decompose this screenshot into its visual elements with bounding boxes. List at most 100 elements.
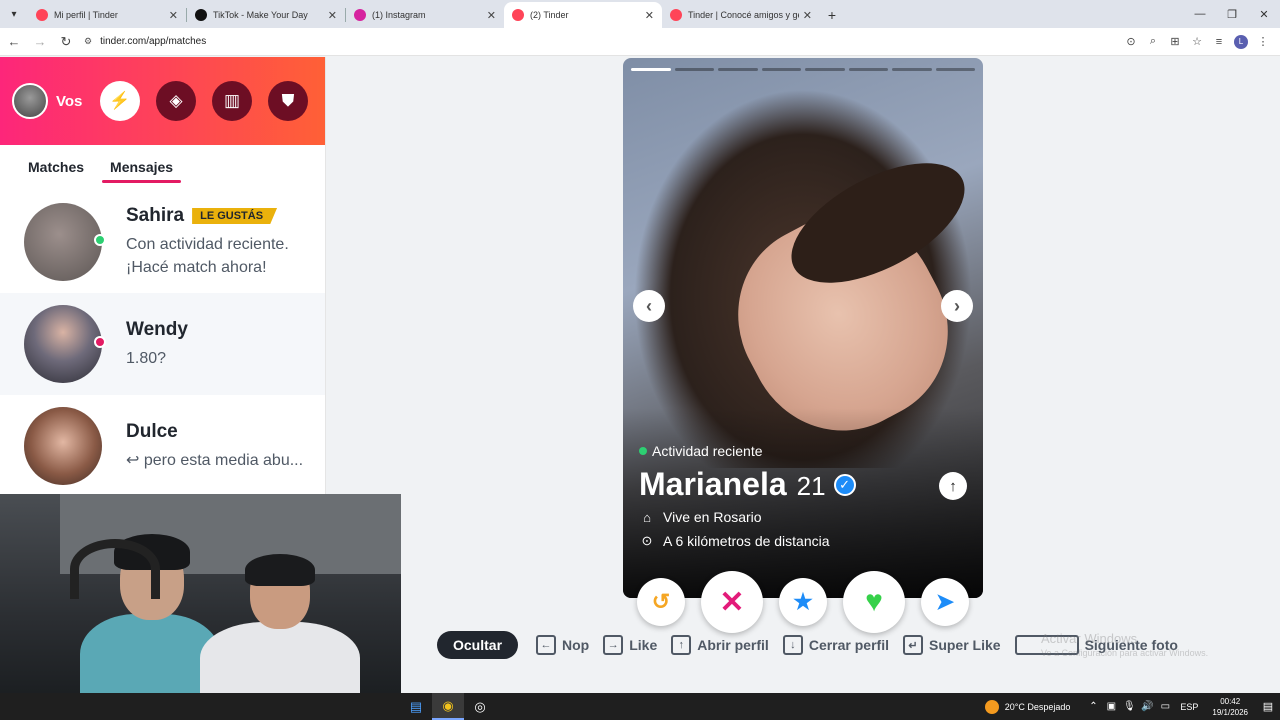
shield-icon[interactable]: ⛊ <box>268 81 308 121</box>
url-field[interactable]: ⚙ tinder.com/app/matches <box>84 36 1120 47</box>
close-window-icon[interactable]: ✕ <box>1248 0 1280 28</box>
photo-progress-segment[interactable] <box>848 68 888 71</box>
browser-tab[interactable]: Mi perfil | Tinder ✕ <box>28 2 186 28</box>
sidebar: Vos ⚡ ◈ ▥ ⛊ Matches Mensajes Sahira LE GU… <box>0 57 326 494</box>
photo-progress-segment[interactable] <box>805 68 845 71</box>
zoom-icon[interactable]: ⌕ <box>1142 35 1164 48</box>
briefcase-icon[interactable]: ▥ <box>212 81 252 121</box>
shortcut-item: ← Nop <box>536 635 589 655</box>
shortcut-label: Nop <box>562 637 590 653</box>
shortcut-label: Cerrar perfil <box>808 637 889 653</box>
shortcut-label: Abrir perfil <box>697 637 769 653</box>
photo-progress-bar <box>631 68 975 72</box>
prev-photo-icon[interactable]: ‹ <box>633 290 665 322</box>
message-item-wendy[interactable]: Wendy 1.80? <box>0 293 325 395</box>
profile-name-row: Marianela 21 ✓ <box>639 466 856 503</box>
url-text: tinder.com/app/matches <box>100 36 207 47</box>
weather-widget[interactable]: 20°C Despejado <box>984 699 1070 714</box>
avatar <box>24 203 106 281</box>
tab-close-icon[interactable]: ✕ <box>169 9 178 22</box>
photo-progress-segment[interactable] <box>718 68 758 71</box>
my-avatar[interactable] <box>12 83 48 119</box>
rewind-button[interactable]: ↺ <box>637 578 685 626</box>
clock-time: 00:42 <box>1220 696 1241 706</box>
menu-dots-icon[interactable]: ⋮ <box>1252 35 1274 48</box>
rewind-icon: ↺ <box>651 589 671 614</box>
boost-button[interactable]: ➤ <box>921 578 969 626</box>
tab-close-icon[interactable]: ✕ <box>487 9 496 22</box>
new-tab-button[interactable]: + <box>820 2 844 28</box>
likes-you-badge: LE GUSTÁS <box>192 208 278 224</box>
forward-icon[interactable]: → <box>28 30 52 54</box>
activity-dot <box>639 447 647 455</box>
photo-progress-segment[interactable] <box>935 68 975 71</box>
photo-progress-segment[interactable] <box>761 68 801 71</box>
tab-favicon-icon <box>354 9 366 21</box>
minimize-icon[interactable]: — <box>1184 0 1216 28</box>
browser-tab[interactable]: (1) Instagram ✕ <box>346 2 504 28</box>
install-icon[interactable]: ⊞ <box>1164 35 1186 48</box>
tab-close-icon[interactable]: ✕ <box>328 9 337 22</box>
file-explorer-icon[interactable]: ▤ <box>400 693 432 720</box>
shortcut-key-icon: → <box>603 635 624 655</box>
microphone-icon[interactable]: 🎙 <box>1120 701 1138 712</box>
browser-tab[interactable]: (2) Tinder ✕ <box>504 2 662 28</box>
tab-favicon-icon <box>670 9 682 21</box>
photo-progress-segment[interactable] <box>892 68 932 71</box>
next-photo-icon[interactable]: › <box>941 290 973 322</box>
my-profile-label[interactable]: Vos <box>56 93 100 110</box>
media-icon[interactable]: ≡ <box>1208 36 1230 48</box>
headset <box>70 539 160 599</box>
distance-text: A 6 kilómetros de distancia <box>663 533 830 549</box>
tab-mensajes[interactable]: Mensajes <box>102 159 182 183</box>
shortcut-item: ↵ Super Like <box>902 635 1001 655</box>
location-pin-icon: ⊙ <box>641 533 653 548</box>
tab-close-icon[interactable]: ✕ <box>803 9 812 22</box>
network-icon[interactable]: ▭ <box>1156 701 1174 712</box>
profile-card[interactable]: ‹ › Actividad reciente Marianela 21 ✓ ↑ … <box>623 58 983 598</box>
windows-activation-watermark: Activar Windows Ve a Configuración para … <box>1041 631 1208 658</box>
shortcut-label: Super Like <box>928 637 1001 653</box>
browser-tab[interactable]: TikTok - Make Your Day ✕ <box>187 2 345 28</box>
tab-matches[interactable]: Matches <box>28 159 84 177</box>
super-like-button[interactable]: ★ <box>779 578 827 626</box>
shortcut-label: Like <box>629 637 658 653</box>
tab-close-icon[interactable]: ✕ <box>645 9 654 22</box>
photo-progress-segment[interactable] <box>674 68 714 71</box>
message-preview: 1.80? <box>126 349 167 367</box>
message-item-dulce[interactable]: Dulce ↩ pero esta media abu... <box>0 395 325 497</box>
nope-button[interactable]: ✕ <box>701 571 763 633</box>
photo-progress-segment[interactable] <box>631 68 671 71</box>
chrome-icon[interactable]: ◉ <box>432 693 464 720</box>
location-icon[interactable]: ⊙ <box>1120 35 1142 48</box>
browser-tab[interactable]: Tinder | Conocé amigos y gente ✕ <box>662 2 820 28</box>
profile-avatar[interactable]: L <box>1234 34 1248 49</box>
streamer-right <box>200 554 360 693</box>
tray-app-icon[interactable]: ▣ <box>1102 701 1120 712</box>
restore-icon[interactable]: ❐ <box>1216 0 1248 28</box>
bookmark-star-icon[interactable]: ☆ <box>1186 35 1208 48</box>
clock[interactable]: 00:42 19/1/2026 <box>1212 696 1248 718</box>
boost-icon[interactable]: ⚡ <box>100 81 140 121</box>
tray-chevron-icon[interactable]: ⌃ <box>1084 701 1102 712</box>
activity-status: Actividad reciente <box>639 443 763 459</box>
language-indicator[interactable]: ESP <box>1180 702 1198 712</box>
site-info-icon[interactable]: ⚙ <box>84 36 92 47</box>
like-button[interactable]: ♥ <box>843 571 905 633</box>
watermark-subtitle: Ve a Configuración para activar Windows. <box>1041 648 1209 658</box>
super-like-icon: ★ <box>793 589 813 614</box>
verified-badge-icon: ✓ <box>833 473 856 496</box>
tab-title: (2) Tinder <box>530 10 569 20</box>
explore-icon[interactable]: ◈ <box>156 81 196 121</box>
tab-search-icon[interactable]: ▾ <box>0 0 28 28</box>
open-profile-icon[interactable]: ↑ <box>939 472 967 500</box>
reload-icon[interactable]: ↻ <box>54 30 78 54</box>
back-icon[interactable]: ← <box>2 30 26 54</box>
obs-icon[interactable]: ◎ <box>464 693 496 720</box>
message-item-sahira[interactable]: Sahira LE GUSTÁS Con actividad reciente. … <box>0 191 325 293</box>
message-preview: Con actividad reciente. <box>126 236 289 253</box>
hide-shortcuts-button[interactable]: Ocultar <box>437 631 519 659</box>
volume-icon[interactable]: 🔊 <box>1138 701 1156 712</box>
notifications-icon[interactable]: ▤ <box>1256 700 1280 713</box>
activity-label: Actividad reciente <box>652 443 763 459</box>
